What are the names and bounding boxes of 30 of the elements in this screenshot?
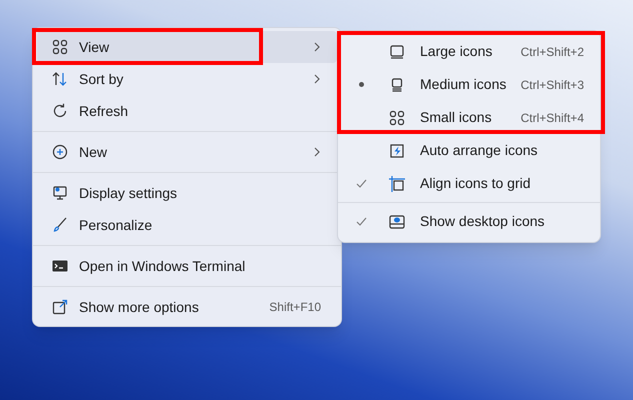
menu-item[interactable]: Small icons Ctrl+Shift+4 xyxy=(342,101,596,134)
menu-item[interactable]: Medium icons Ctrl+Shift+3 xyxy=(342,68,596,101)
menu-item[interactable]: Refresh xyxy=(37,95,337,127)
menu-item[interactable]: New xyxy=(37,136,337,168)
grid-icon xyxy=(51,38,69,56)
shortcut: Ctrl+Shift+4 xyxy=(520,110,584,126)
brush-icon xyxy=(51,216,69,234)
menu-item[interactable]: Sort by xyxy=(37,63,337,95)
grid-icon xyxy=(388,108,406,126)
expand-window-icon xyxy=(51,298,69,316)
menu-item[interactable]: View xyxy=(37,31,337,63)
auto-arrange-icon xyxy=(388,142,406,160)
menu-item[interactable]: Personalize xyxy=(37,209,337,241)
eye-monitor-icon xyxy=(388,212,406,230)
menu-item[interactable]: Open in Windows Terminal xyxy=(37,250,337,282)
menu-item[interactable]: Display settings xyxy=(37,177,337,209)
monitor-icon xyxy=(51,184,69,202)
monitor-icon xyxy=(388,42,406,60)
plus-circle-icon xyxy=(51,143,69,161)
grid-align-icon xyxy=(388,174,406,192)
menu-item[interactable]: Show more options Shift+F10 xyxy=(37,291,337,323)
menu-item[interactable]: Align icons to grid xyxy=(342,167,596,200)
refresh-icon xyxy=(51,102,69,120)
sort-arrows-icon xyxy=(51,70,69,88)
menu-item[interactable]: Show desktop icons xyxy=(342,205,596,238)
shortcut: Shift+F10 xyxy=(269,299,321,316)
shortcut: Ctrl+Shift+3 xyxy=(520,76,584,94)
menu-item[interactable]: Auto arrange icons xyxy=(342,134,596,167)
shortcut: Ctrl+Shift+2 xyxy=(520,44,584,60)
menu-item[interactable]: Large icons Ctrl+Shift+2 xyxy=(342,35,596,68)
